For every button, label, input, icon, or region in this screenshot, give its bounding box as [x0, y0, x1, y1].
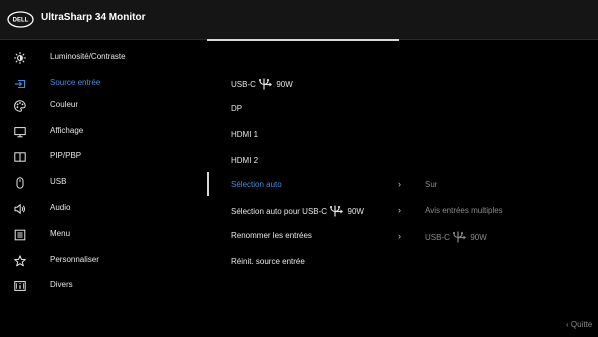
submenu-item-renommer-entrees[interactable]: Renommer les entrées: [231, 231, 312, 240]
logo-text: DELL: [13, 18, 29, 24]
menu-item-affichage[interactable]: Affichage: [0, 122, 205, 142]
submenu-label: Renommer les entrées: [231, 231, 312, 240]
osd-title: UltraSharp 34 Monitor: [41, 12, 146, 23]
usb-power-icon: [453, 231, 467, 243]
submenu-item-reinit-source[interactable]: Réinit. source entrée: [231, 257, 305, 266]
submenu-suffix: 90W: [276, 80, 293, 89]
menu-label: Personnaliser: [50, 255, 99, 264]
menu-item-personnaliser[interactable]: Personnaliser: [0, 251, 205, 271]
menu-item-menu[interactable]: Menu: [0, 225, 205, 245]
menu-label: PIP/PBP: [50, 151, 82, 160]
menu-item-audio[interactable]: Audio: [0, 199, 205, 219]
submenu-value-suffix: 90W: [470, 233, 487, 242]
menu-item-usb[interactable]: USB: [0, 173, 205, 193]
submenu-value: Sur: [425, 180, 438, 189]
submenu-suffix: 90W: [347, 207, 364, 216]
submenu-label: Réinit. source entrée: [231, 257, 305, 266]
submenu-label: HDMI 2: [231, 156, 259, 165]
display-icon: [14, 127, 26, 138]
selection-indicator: [207, 172, 209, 196]
submenu-label: Sélection auto pour USB-C: [231, 207, 328, 216]
submenu-label: Sélection auto: [231, 180, 282, 189]
usb-power-icon: [259, 78, 273, 90]
header-divider-right: [399, 39, 598, 40]
menu-label: Couleur: [50, 100, 79, 109]
menu-item-couleur[interactable]: Couleur: [0, 96, 205, 116]
submenu-item-hdmi-1[interactable]: HDMI 1: [231, 130, 258, 139]
header-divider-active: [207, 39, 399, 41]
menu-label: Source entrée: [50, 78, 101, 87]
submenu-label: USB-C: [231, 80, 256, 89]
submenu-item-selection-auto-usb-c[interactable]: Sélection auto pour USB-C 90W: [231, 205, 364, 217]
submenu-value: USB-C 90W: [425, 231, 487, 243]
menu-item-divers[interactable]: Divers: [0, 276, 205, 296]
submenu-label: DP: [231, 104, 243, 113]
submenu-value-label: USB-C: [425, 233, 450, 242]
chevron-right-icon: ›: [398, 179, 401, 189]
menu-item-source-entree[interactable]: Source entrée: [0, 74, 205, 94]
menu-label: Menu: [50, 229, 71, 238]
menu-label: Divers: [50, 280, 73, 289]
header-divider-left: [0, 39, 207, 40]
dell-logo: DELL: [7, 11, 34, 28]
menu-item-luminosite-contraste[interactable]: Luminosité/Contraste: [0, 48, 205, 68]
chevron-right-icon: ›: [398, 231, 401, 241]
submenu-item-selection-auto[interactable]: Sélection auto: [231, 180, 282, 189]
usb-mouse-icon: [16, 177, 24, 189]
submenu-item-dp[interactable]: DP: [231, 104, 242, 113]
menu-label: Affichage: [50, 126, 84, 135]
submenu-item-usb-c[interactable]: USB-C 90W: [231, 78, 293, 90]
color-palette-icon: [14, 100, 26, 112]
input-source-icon: [14, 79, 26, 89]
submenu-value: Avis entrées multiples: [425, 206, 503, 215]
submenu-label: HDMI 1: [231, 130, 259, 139]
menu-label: Luminosité/Contraste: [50, 52, 126, 61]
pip-pbp-icon: [14, 152, 26, 162]
menu-icon: [14, 229, 26, 241]
exit-button[interactable]: ‹ Quitte: [566, 320, 592, 329]
menu-item-pip-pbp[interactable]: PIP/PBP: [0, 147, 205, 167]
chevron-right-icon: ›: [398, 205, 401, 215]
info-icon: [14, 281, 26, 291]
speaker-icon: [14, 203, 25, 215]
usb-power-icon: [330, 205, 344, 217]
monitor-osd: DELL UltraSharp 34 Monitor Luminosité/Co…: [0, 0, 598, 337]
star-icon: [14, 255, 26, 267]
chevron-left-icon: ‹: [566, 320, 569, 329]
menu-label: USB: [50, 177, 67, 186]
exit-label: Quitte: [570, 320, 593, 329]
menu-label: Audio: [50, 203, 71, 212]
submenu-item-hdmi-2[interactable]: HDMI 2: [231, 156, 258, 165]
osd-header: DELL UltraSharp 34 Monitor: [0, 0, 598, 39]
brightness-icon: [14, 52, 26, 64]
